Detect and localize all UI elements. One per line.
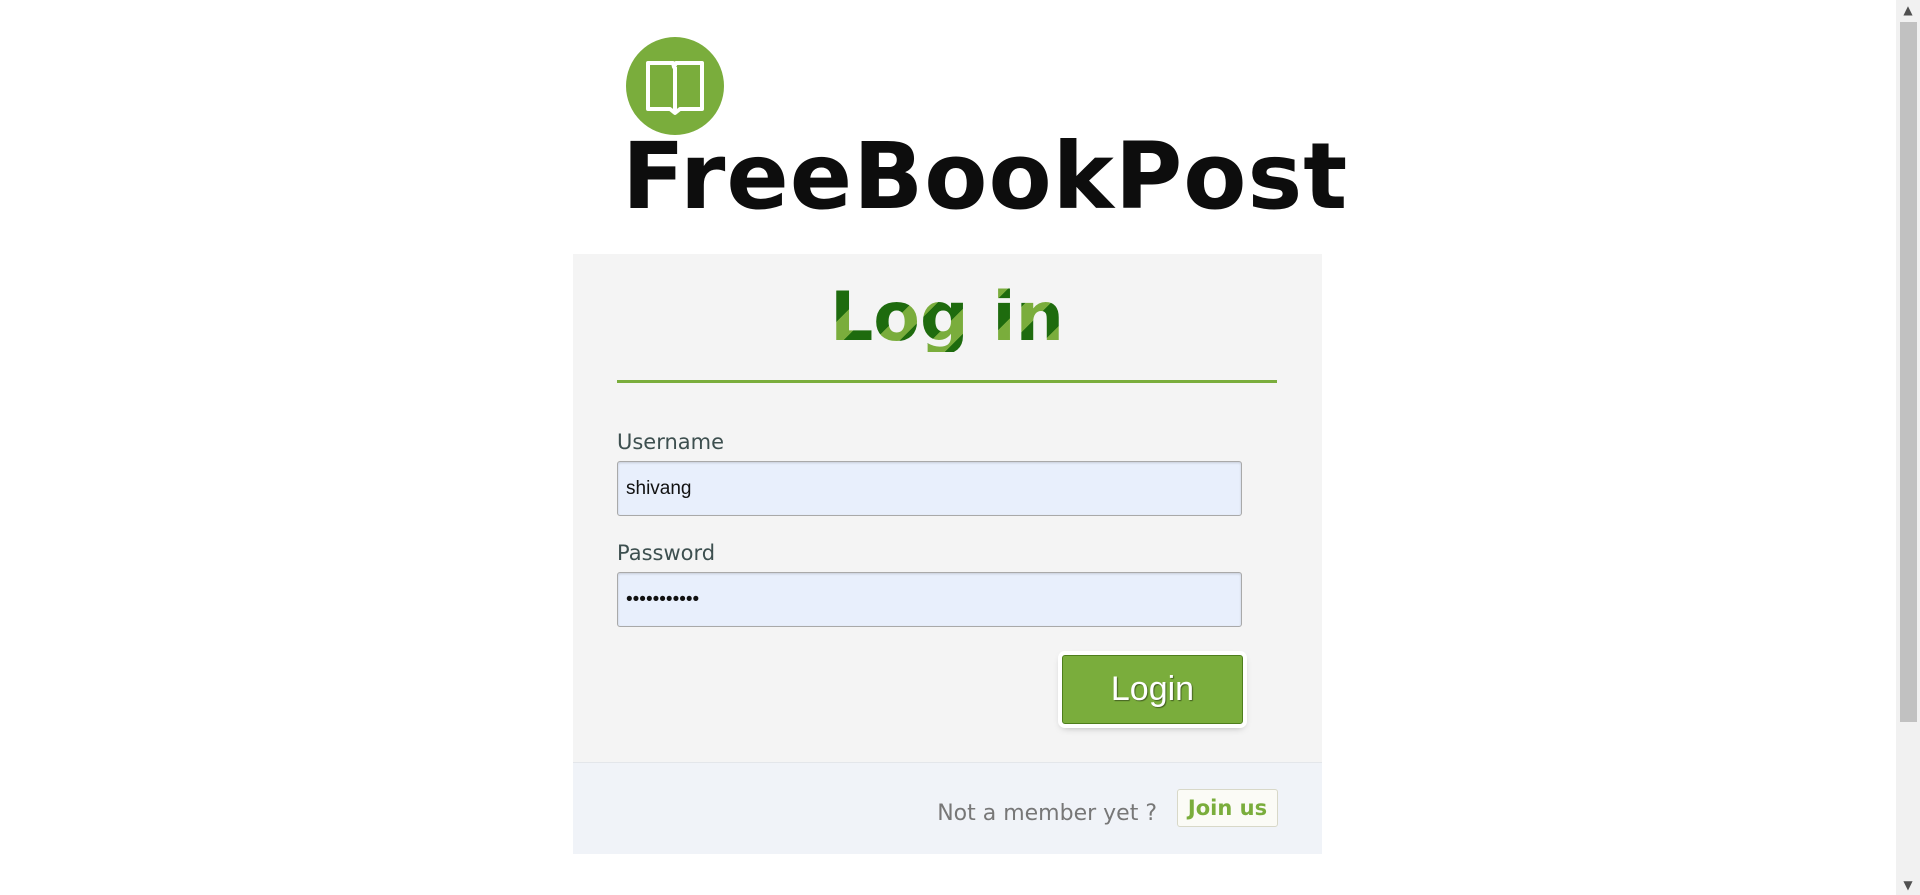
vertical-scrollbar[interactable]: ▲ ▼	[1896, 0, 1920, 895]
scroll-up-arrow-icon[interactable]: ▲	[1896, 0, 1920, 20]
scroll-down-arrow-icon[interactable]: ▼	[1896, 875, 1920, 895]
password-label: Password	[617, 541, 716, 565]
title-divider	[617, 380, 1277, 383]
password-input[interactable]	[617, 572, 1242, 627]
signup-footer: Not a member yet ? Join us	[573, 762, 1322, 854]
login-page: FreeBookPost Log in Username Password Lo…	[0, 0, 1920, 895]
username-label: Username	[617, 430, 725, 454]
scrollbar-thumb[interactable]	[1900, 22, 1917, 722]
brand-name: FreeBookPost	[622, 123, 1349, 230]
signup-prompt: Not a member yet ?	[937, 801, 1157, 826]
join-us-button[interactable]: Join us	[1177, 789, 1278, 827]
open-book-icon	[626, 37, 724, 135]
login-panel: Log in Username Password Login Not a mem…	[573, 254, 1322, 854]
username-input[interactable]	[617, 461, 1242, 516]
page-title: Log in	[617, 284, 1277, 352]
login-button[interactable]: Login	[1062, 655, 1243, 724]
site-logo[interactable]: FreeBookPost	[622, 35, 1347, 225]
